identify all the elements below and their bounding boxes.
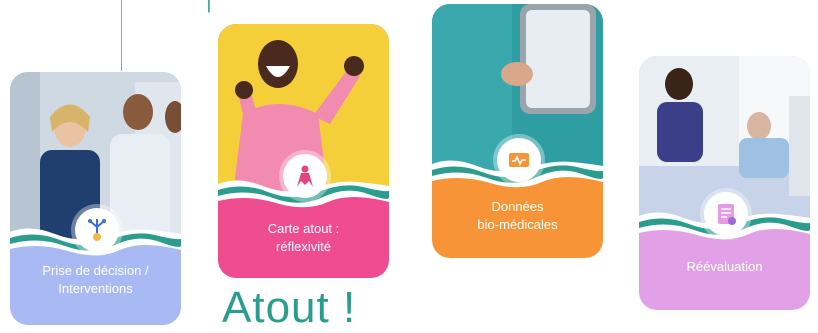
card-reevaluation[interactable]: Réévaluation <box>639 56 810 310</box>
card-decision[interactable]: Prise de décision / Interventions <box>10 72 181 325</box>
card-biomedical[interactable]: Données bio-médicales <box>432 4 603 258</box>
card-label: Données bio-médicales <box>432 198 603 234</box>
card-label-line1: Réévaluation <box>686 259 763 274</box>
card-label-line1: Carte atout : <box>267 221 340 236</box>
card-label-line2: réflexivité <box>276 239 331 254</box>
monitor-icon <box>497 138 541 182</box>
card-label-line2: Interventions <box>58 281 133 296</box>
superhero-icon <box>283 154 327 198</box>
decision-icon <box>75 208 119 252</box>
card-label-line2: bio-médicales <box>477 217 558 232</box>
card-label-line1: Données <box>491 199 544 214</box>
card-label: Réévaluation <box>639 258 810 276</box>
card-label: Prise de décision / Interventions <box>10 262 181 298</box>
card-label: Carte atout : réflexivité <box>218 220 389 256</box>
connector-line <box>121 0 122 71</box>
card-label-line1: Prise de décision / <box>42 263 149 278</box>
top-fragment: | <box>206 0 212 13</box>
card-reflexivity[interactable]: Carte atout : réflexivité <box>218 24 389 278</box>
checklist-icon <box>704 192 748 236</box>
